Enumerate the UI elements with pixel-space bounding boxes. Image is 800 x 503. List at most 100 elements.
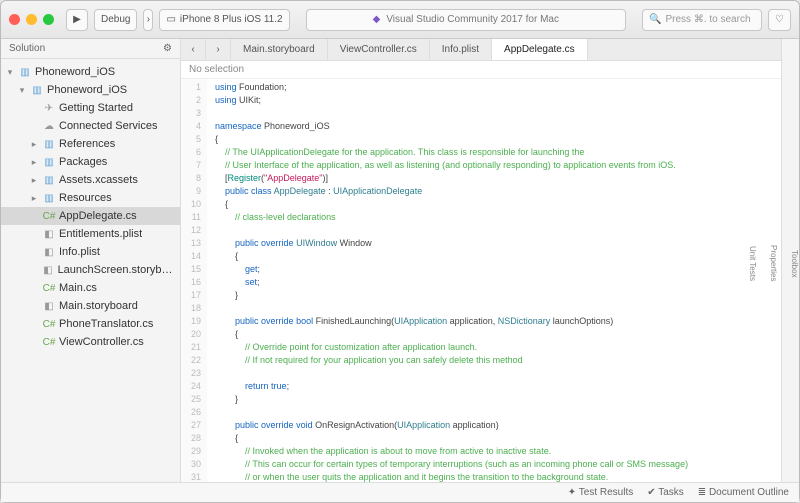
solution-tree: ▾▥Phoneword_iOS▾▥Phoneword_iOS✈Getting S… bbox=[1, 59, 180, 482]
status-bar: ✦ Test Results ✔ Tasks ≣ Document Outlin… bbox=[1, 482, 799, 502]
nav-back-button[interactable]: ‹ bbox=[181, 39, 206, 60]
pad-gear-icon[interactable]: ⚙ bbox=[163, 43, 172, 54]
tree-item-13[interactable]: C#ViewController.cs bbox=[1, 333, 180, 351]
code-source[interactable]: using Foundation; using UIKit; namespace… bbox=[207, 79, 715, 482]
target-chevron[interactable]: › bbox=[143, 9, 153, 31]
cs-icon: C# bbox=[42, 317, 56, 331]
editor-tab-3[interactable]: AppDelegate.cs bbox=[492, 39, 588, 60]
editor-tab-1[interactable]: ViewController.cs bbox=[328, 39, 430, 60]
close-window-button[interactable] bbox=[9, 14, 20, 25]
tree-item-label: Packages bbox=[59, 156, 107, 168]
pad-title: Solution bbox=[9, 43, 45, 54]
notifications-button[interactable]: ♡ bbox=[768, 9, 791, 31]
target-selector[interactable]: ▭ iPhone 8 Plus iOS 11.2 bbox=[159, 9, 289, 31]
nav-forward-button[interactable]: › bbox=[206, 39, 231, 60]
tree-item-9[interactable]: ◧ LaunchScreen.storyboard bbox=[1, 261, 180, 279]
configuration-selector[interactable]: Debug bbox=[94, 9, 137, 31]
solution-pad: Solution ⚙ ▾▥Phoneword_iOS▾▥Phoneword_iO… bbox=[1, 39, 181, 482]
tree-item-4[interactable]: ▸▥Assets.xcassets bbox=[1, 171, 180, 189]
tree-item-label: Main.cs bbox=[59, 282, 97, 294]
file-icon: ✈ bbox=[42, 101, 56, 115]
status-test-results[interactable]: ✦ Test Results bbox=[568, 487, 633, 498]
twisty-icon: ▸ bbox=[29, 157, 39, 168]
zoom-window-button[interactable] bbox=[43, 14, 54, 25]
tree-item-label: Info.plist bbox=[59, 246, 100, 258]
line-gutter: 1234567891011121314151617181920212223242… bbox=[181, 79, 207, 482]
tree-item-1[interactable]: ☁Connected Services bbox=[1, 117, 180, 135]
editor-tab-0[interactable]: Main.storyboard bbox=[231, 39, 328, 60]
cs-icon: C# bbox=[42, 335, 56, 349]
tree-item-label: Connected Services bbox=[59, 120, 157, 132]
tab-label: AppDelegate.cs bbox=[504, 44, 575, 55]
tree-item-label: References bbox=[59, 138, 115, 150]
tree-item-10[interactable]: C#Main.cs bbox=[1, 279, 180, 297]
titlebar: ▶ Debug › ▭ iPhone 8 Plus iOS 11.2 ◆ Vis… bbox=[1, 1, 799, 39]
breadcrumb-text: No selection bbox=[189, 64, 244, 75]
twisty-icon: ▸ bbox=[29, 139, 39, 150]
tree-item-0[interactable]: ✈Getting Started bbox=[1, 99, 180, 117]
breadcrumb-bar[interactable]: No selection bbox=[181, 61, 781, 79]
cs-icon: C# bbox=[42, 281, 56, 295]
solution-node[interactable]: ▾▥Phoneword_iOS bbox=[1, 63, 180, 81]
editor-tab-2[interactable]: Info.plist bbox=[430, 39, 492, 60]
run-button[interactable]: ▶ bbox=[66, 9, 88, 31]
tree-item-8[interactable]: ◧Info.plist bbox=[1, 243, 180, 261]
tree-item-label: ViewController.cs bbox=[59, 336, 144, 348]
file-icon: ◧ bbox=[42, 299, 56, 313]
project-node[interactable]: ▾▥Phoneword_iOS bbox=[1, 81, 180, 99]
configuration-label: Debug bbox=[101, 14, 130, 25]
file-icon: ◧ bbox=[42, 245, 56, 259]
folder-icon: ▥ bbox=[18, 65, 32, 79]
tree-item-11[interactable]: ◧Main.storyboard bbox=[1, 297, 180, 315]
twisty-icon: ▾ bbox=[17, 85, 27, 96]
ide-window: ▶ Debug › ▭ iPhone 8 Plus iOS 11.2 ◆ Vis… bbox=[0, 0, 800, 503]
minimize-window-button[interactable] bbox=[26, 14, 37, 25]
title-status-field: ◆ Visual Studio Community 2017 for Mac bbox=[306, 9, 626, 31]
status-document-outline[interactable]: ≣ Document Outline bbox=[698, 487, 789, 498]
file-icon: ◧ bbox=[42, 227, 56, 241]
title-label: Visual Studio Community 2017 for Mac bbox=[386, 14, 559, 25]
target-label: iPhone 8 Plus iOS 11.2 bbox=[180, 14, 283, 25]
window-controls bbox=[9, 14, 54, 25]
tree-item-label: AppDelegate.cs bbox=[59, 210, 137, 222]
tree-item-12[interactable]: C#PhoneTranslator.cs bbox=[1, 315, 180, 333]
solution-pad-header: Solution ⚙ bbox=[1, 39, 180, 59]
tree-item-label: LaunchScreen.storyboard bbox=[58, 264, 176, 276]
status-tasks[interactable]: ✔ Tasks bbox=[647, 487, 684, 498]
tree-item-7[interactable]: ◧Entitlements.plist bbox=[1, 225, 180, 243]
cs-icon: C# bbox=[42, 209, 56, 223]
folder-icon: ▥ bbox=[42, 155, 56, 169]
folder-icon: ▥ bbox=[42, 137, 56, 151]
tree-item-2[interactable]: ▸▥References bbox=[1, 135, 180, 153]
code-editor[interactable]: 1234567891011121314151617181920212223242… bbox=[181, 79, 781, 482]
twisty-icon: ▸ bbox=[29, 175, 39, 186]
tree-item-label: Getting Started bbox=[59, 102, 133, 114]
body: Solution ⚙ ▾▥Phoneword_iOS▾▥Phoneword_iO… bbox=[1, 39, 799, 482]
tree-item-5[interactable]: ▸▥Resources bbox=[1, 189, 180, 207]
tree-item-label: Main.storyboard bbox=[59, 300, 138, 312]
tree-item-6[interactable]: C#AppDelegate.cs bbox=[1, 207, 180, 225]
editor-area: ‹ › Main.storyboard ViewController.cs Info… bbox=[181, 39, 781, 482]
rail-tab-0[interactable]: Toolbox bbox=[790, 250, 799, 278]
play-icon: ▶ bbox=[73, 14, 81, 25]
tree-item-label: Assets.xcassets bbox=[59, 174, 138, 186]
bell-icon: ♡ bbox=[775, 14, 784, 25]
rail-tab-1[interactable]: Properties bbox=[769, 245, 778, 281]
tree-item-label: Phoneword_iOS bbox=[35, 66, 115, 78]
tab-label: Info.plist bbox=[442, 44, 479, 55]
rail-tab-2[interactable]: Unit Tests bbox=[748, 246, 757, 281]
tree-item-3[interactable]: ▸▥Packages bbox=[1, 153, 180, 171]
tab-label: ViewController.cs bbox=[340, 44, 417, 55]
tree-item-label: Resources bbox=[59, 192, 112, 204]
twisty-icon: ▾ bbox=[5, 67, 15, 78]
tree-item-label: Entitlements.plist bbox=[59, 228, 142, 240]
tree-item-label: PhoneTranslator.cs bbox=[59, 318, 153, 330]
tree-item-label: Phoneword_iOS bbox=[47, 84, 127, 96]
right-pad-rail: ToolboxPropertiesUnit Tests bbox=[781, 39, 799, 482]
folder-icon: ▥ bbox=[30, 83, 44, 97]
global-search[interactable]: 🔍 Press ⌘. to search bbox=[642, 9, 762, 31]
file-icon: ☁ bbox=[42, 119, 56, 133]
folder-icon: ▥ bbox=[42, 173, 56, 187]
file-icon: ◧ bbox=[41, 263, 54, 277]
twisty-icon: ▸ bbox=[29, 193, 39, 204]
